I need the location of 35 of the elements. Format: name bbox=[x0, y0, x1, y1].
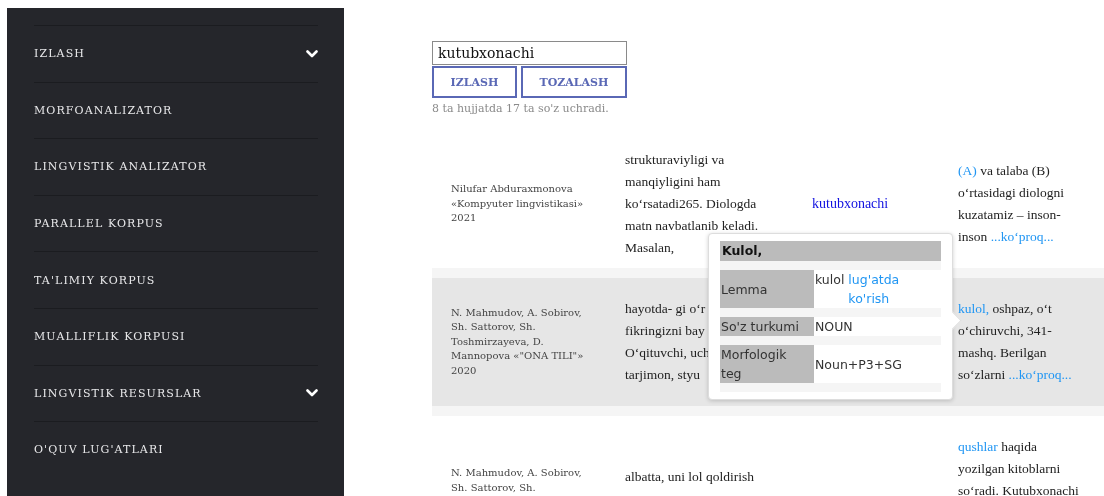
field-label: So'z turkumi bbox=[721, 318, 799, 336]
sidebar-item[interactable]: LINGVISTIK ANALIZATOR bbox=[34, 138, 318, 195]
sidebar-item[interactable]: TA'LIMIY KORPUS bbox=[34, 251, 318, 308]
context-line: matn navbatlanib keladi. bbox=[625, 217, 759, 235]
popup-title: Kulol, bbox=[720, 241, 941, 261]
keyword-link[interactable]: kutubxonachi bbox=[812, 196, 889, 211]
search-button[interactable]: IZLASH bbox=[432, 66, 517, 98]
context-line: hayotda- gi o‘r bbox=[625, 300, 706, 318]
context-text: (A) va talaba (B) o‘rtasidagi diologni kuzatamiz – inson- inson ...ko‘proq... bbox=[958, 162, 1066, 246]
sidebar-item[interactable]: PARALLEL KORPUS bbox=[34, 194, 318, 252]
sidebar-item[interactable]: O'QUV LUG'ATLARI bbox=[34, 421, 318, 478]
field-label: Morfologik teg bbox=[721, 346, 788, 383]
sidebar-item[interactable]: MORFOANALIZATOR bbox=[34, 81, 318, 139]
context-line: fikringizni bay bbox=[625, 322, 705, 340]
context-line: manqiyligini ham bbox=[625, 173, 721, 191]
field-label: Lemma bbox=[721, 280, 768, 299]
field-value: Noun+P3+SG bbox=[815, 356, 902, 372]
context-line: tarjimon, styu bbox=[625, 366, 700, 384]
context-text: kulol, oshpaz, o‘t o‘chiruvchi, 341- mashq. Berilgan so‘zlarni ...ko‘proq... bbox=[958, 300, 1073, 384]
sidebar-item[interactable]: IZLASH bbox=[34, 25, 318, 82]
source-citation: N. Mahmudov, A. Sobirov, Sh. Sattorov, Sh. Toshmirzayeva, D. Mannopova «"ONA TILI"» 2020 bbox=[451, 305, 585, 378]
field-value: kulol bbox=[815, 272, 845, 287]
results-summary: 8 ta hujjatda 17 ta so'z uchradi. bbox=[432, 102, 610, 115]
source-citation: Nilufar Abduraxmonova «Kompyuter lingvistikasi» 2021 bbox=[451, 182, 585, 226]
context-line: ko‘rsatadi265. Diologda bbox=[625, 195, 757, 213]
source-citation: N. Mahmudov, A. Sobirov, Sh. Sattorov, Sh. bbox=[451, 466, 583, 495]
sidebar-item[interactable]: MUALLIFLIK KORPUSI bbox=[34, 307, 318, 365]
context-line: strukturaviyligi va bbox=[625, 151, 725, 169]
sidebar-item[interactable]: LINGVISTIK RESURSLAR bbox=[34, 364, 318, 422]
context-line: Masalan, bbox=[625, 239, 675, 257]
field-value: NOUN bbox=[815, 319, 853, 334]
context-text: qushlar haqida yozilgan kitoblarni so‘radi. Kutubxonachi bbox=[958, 438, 1080, 496]
clear-button[interactable]: TOZALASH bbox=[521, 66, 627, 98]
context-line: albatta, uni lol qoldirish bbox=[625, 468, 754, 486]
search-field[interactable]: kutubxonachi bbox=[432, 41, 627, 65]
